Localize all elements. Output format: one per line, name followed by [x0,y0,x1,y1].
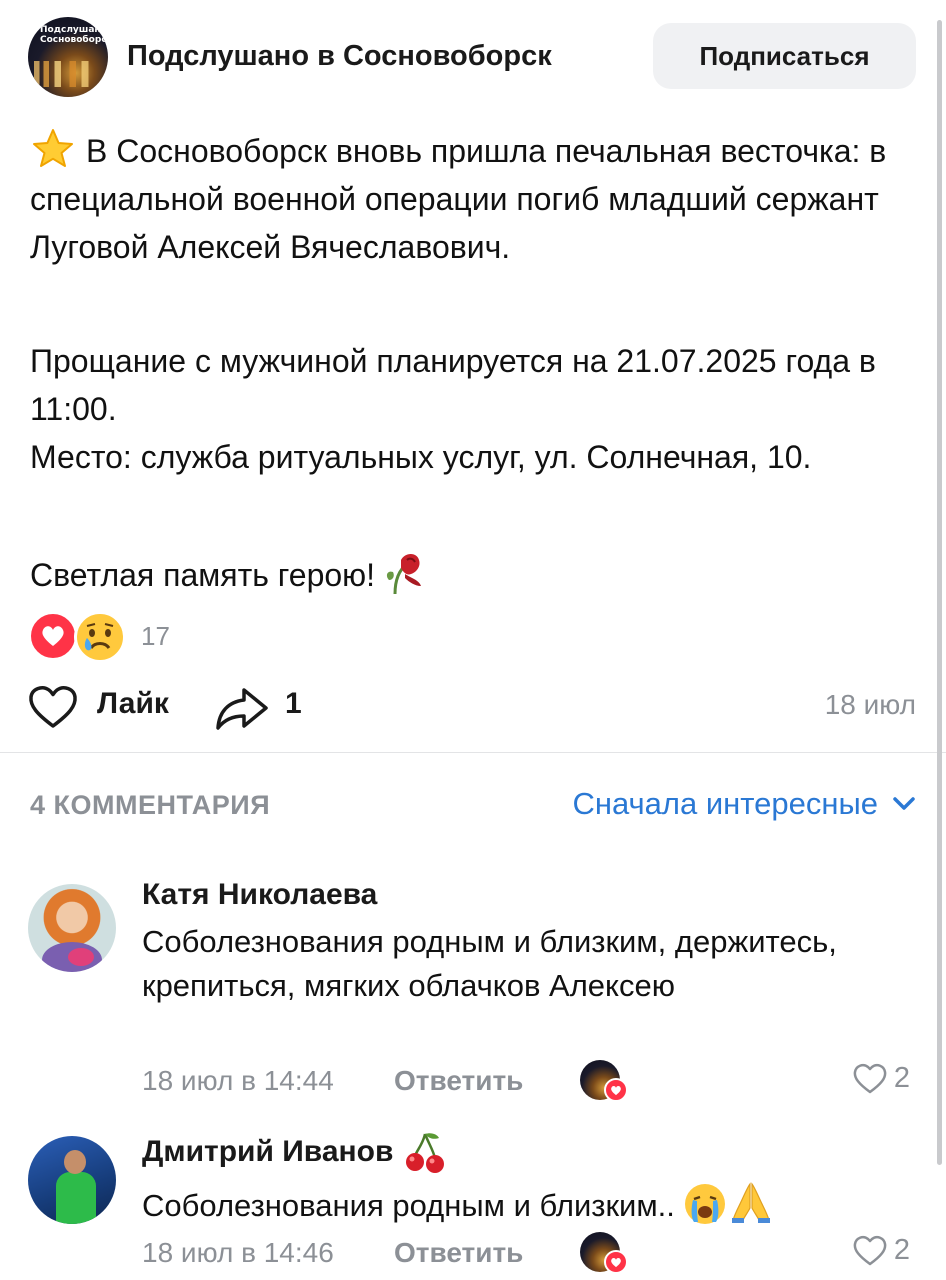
group-avatar-city-lights [34,61,102,87]
liked-by-heart-icon [604,1078,628,1102]
reactions-summary[interactable]: 17 [28,611,228,663]
chevron-down-icon [893,797,915,810]
liked-by-heart-icon [604,1250,628,1274]
like-button[interactable]: Лайк [97,687,169,721]
subscribe-button[interactable]: Подписаться [653,23,916,89]
comment-text: Соболезнования родным и близким.. [142,1180,862,1228]
post-date: 18 июл [824,689,916,720]
comments-sort-label[interactable]: Сначала интересные [572,786,878,822]
heart-reaction-icon [28,611,78,661]
cherries-emoji-icon [406,1133,445,1173]
comment-time: 18 июл в 14:44 [142,1065,334,1096]
comment-author-name[interactable]: Катя Николаева [142,878,377,912]
sob-emoji-icon [684,1184,725,1224]
crying-face-reaction-icon [74,611,126,663]
comment-author-avatar[interactable] [28,884,116,972]
group-avatar-text: Подслушано Сосновоборск [40,25,108,45]
like-heart-icon[interactable] [27,684,79,730]
avatar-head [64,1150,86,1174]
post-paragraph-2: Прощание с мужчиной планируется на 21.07… [30,337,920,481]
comment-meta: 18 июл в 14:46 Ответить 2 [142,1232,922,1274]
post-header: Подслушано Сосновоборск Подслушано в Сос… [0,0,946,112]
comment-like-button[interactable]: 2 [852,1234,910,1267]
reactions-count: 17 [141,621,170,651]
group-name[interactable]: Подслушано в Сосновоборск [127,40,627,73]
comments-sort-select[interactable]: Сначала интересные [572,786,916,822]
group-name-fade [570,36,630,80]
share-arrow-icon[interactable] [214,684,270,730]
post-actions-bar: Лайк 1 18 июл [0,680,946,732]
comment-reply-button[interactable]: Ответить [394,1237,523,1269]
comment-like-heart-icon [853,1235,887,1265]
star-emoji-icon [33,129,73,167]
post-farewell-line: Прощание с мужчиной планируется на 21.07… [30,343,876,427]
praying-hands-icon [731,1182,770,1223]
comment-time: 18 июл в 14:46 [142,1237,334,1268]
liked-by-author-badge [580,1232,628,1274]
group-avatar[interactable]: Подслушано Сосновоборск [28,17,108,97]
comment-author-avatar[interactable] [28,1136,116,1224]
post-memory-text: Светлая память герою! [30,557,376,593]
comment-meta: 18 июл в 14:44 Ответить 2 [142,1060,922,1102]
comment-text-body: Соболезнования родным и близким.. [142,1188,675,1223]
share-count: 1 [285,687,302,720]
comment-author-name[interactable]: Дмитрий Иванов [142,1130,447,1174]
comment-reply-button[interactable]: Ответить [394,1065,523,1097]
comment-author-name-text[interactable]: Катя Николаева [142,878,377,912]
liked-by-author-badge [580,1060,628,1102]
comment-author-name-text[interactable]: Дмитрий Иванов [142,1135,393,1169]
comment-like-count: 2 [893,1234,910,1266]
scrollbar[interactable] [937,20,942,1165]
comment-like-heart-icon [853,1063,887,1093]
post-paragraph-1-text: В Сосновоборск вновь пришла печальная ве… [30,133,887,265]
comment-text: Соболезнования родным и близким, держите… [142,924,837,1003]
wilted-rose-icon [386,554,422,595]
avatar-body [56,1172,96,1224]
avatar-flower [68,948,94,966]
comments-count-title: 4 КОММЕНТАРИЯ [30,790,271,820]
comment-like-count: 2 [893,1062,910,1094]
section-divider [0,752,946,753]
post-place-line: Место: служба ритуальных услуг, ул. Солн… [30,439,812,475]
comment-like-button[interactable]: 2 [852,1062,910,1095]
post-paragraph-1: В Сосновоборск вновь пришла печальная ве… [30,127,920,271]
post-paragraph-3: Светлая память герою! [30,550,920,599]
